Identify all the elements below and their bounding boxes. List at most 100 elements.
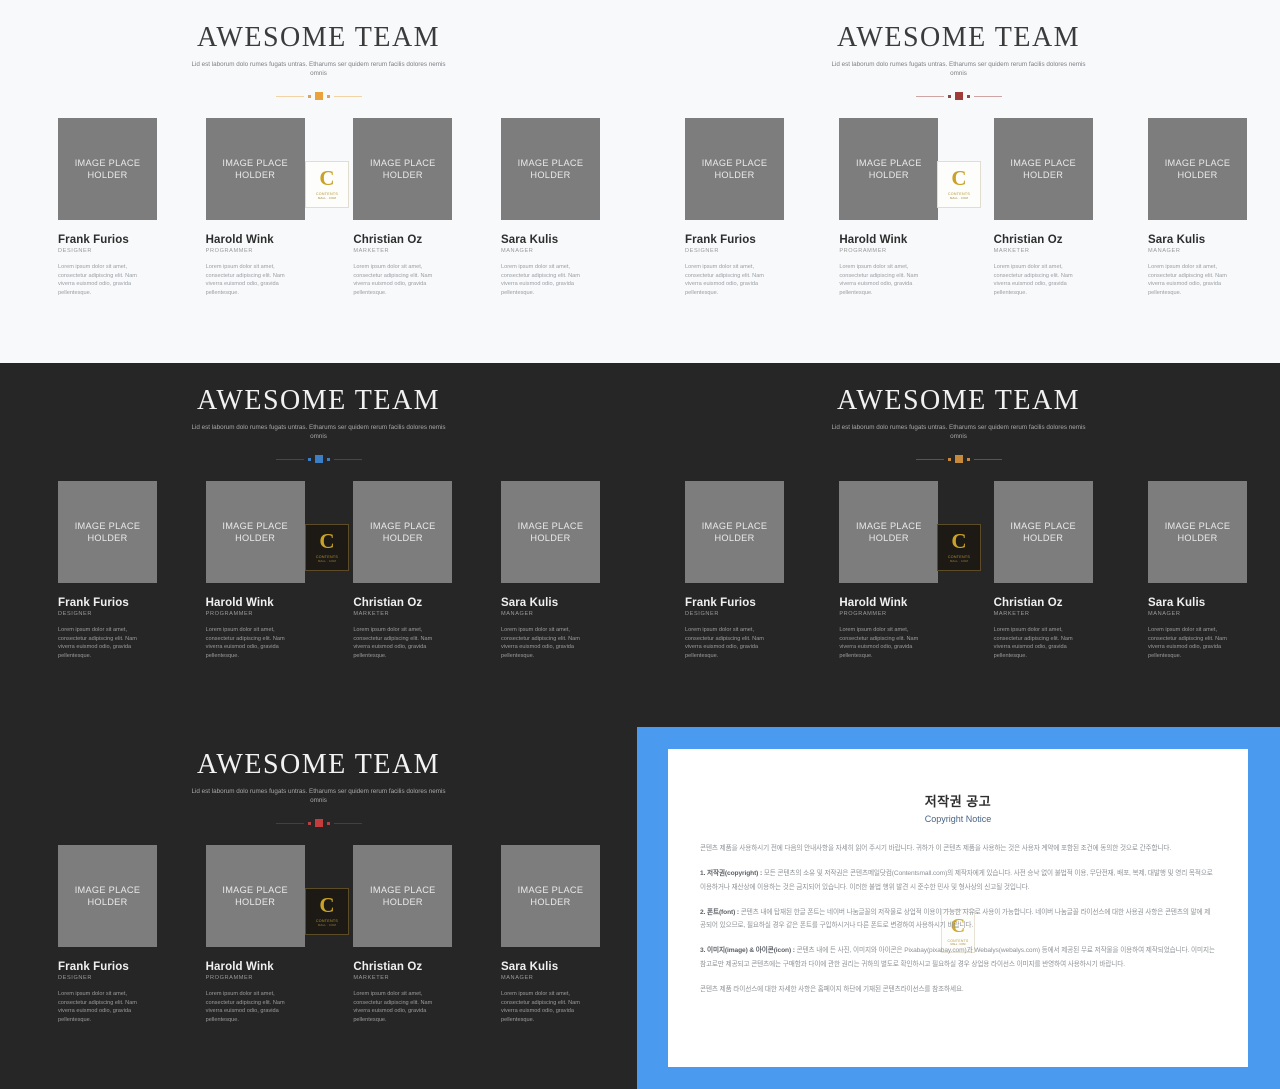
team-slide-3[interactable]: AWESOME TEAM Lid est laborum dolo rumes f…: [0, 363, 637, 727]
logo-sublabel: MALL . COM: [317, 923, 337, 928]
image-placeholder-line1: IMAGE PLACE: [370, 157, 436, 168]
team-member-card[interactable]: IMAGE PLACE HOLDER Frank Furios DESIGNER Lor…: [58, 118, 157, 298]
slide-subtitle: Lid est laborum dolo rumes fugats untras…: [831, 61, 1086, 78]
slide-subtitle: Lid est laborum dolo rumes fugats untras…: [831, 424, 1086, 441]
image-placeholder-line2: HOLDER: [1177, 533, 1218, 543]
image-placeholder[interactable]: IMAGE PLACE HOLDER: [58, 481, 157, 583]
team-slide-5[interactable]: AWESOME TEAM Lid est laborum dolo rumes f…: [0, 727, 637, 1089]
image-placeholder[interactable]: IMAGE PLACE HOLDER: [993, 481, 1093, 583]
team-member-card[interactable]: IMAGE PLACE HOLDER Frank Furios DESIGNER Lor…: [58, 845, 157, 1025]
team-member-card[interactable]: IMAGE PLACE HOLDER Sara Kulis MANAGER Lorem …: [500, 845, 600, 1025]
team-member-card[interactable]: IMAGE PLACE HOLDER Frank Furios DESIGNER Lor…: [685, 118, 784, 298]
member-description: Lorem ipsum dolor sit amet, consectetur …: [500, 627, 580, 659]
member-role: MANAGER: [1147, 248, 1181, 254]
image-placeholder[interactable]: IMAGE PLACE HOLDER: [993, 118, 1093, 220]
image-placeholder[interactable]: IMAGE PLACE HOLDER: [58, 118, 157, 220]
logo-sublabel: MALL . COM: [317, 559, 337, 564]
member-role: MANAGER: [1147, 611, 1181, 617]
slide-canvas: AWESOME TEAM Lid est laborum dolo rumes f…: [8, 733, 629, 1083]
team-member-card[interactable]: IMAGE PLACE HOLDER Christian Oz MARKETER Lor…: [353, 118, 453, 298]
member-description: Lorem ipsum dolor sit amet, consectetur …: [353, 264, 433, 296]
image-placeholder[interactable]: IMAGE PLACE HOLDER: [205, 481, 305, 583]
logo-sublabel: MALL . COM: [949, 559, 969, 564]
image-placeholder[interactable]: IMAGE PLACE HOLDER: [205, 845, 305, 947]
image-placeholder-line1: IMAGE PLACE: [1010, 520, 1076, 531]
image-placeholder-line2: HOLDER: [714, 170, 755, 180]
team-member-card[interactable]: IMAGE PLACE HOLDER Christian Oz MARKETER Lor…: [353, 845, 453, 1025]
team-member-card[interactable]: IMAGE PLACE HOLDER Christian Oz MARKETER Lor…: [993, 481, 1093, 661]
divider-square: [954, 455, 963, 464]
team-member-card[interactable]: IMAGE PLACE HOLDER Christian Oz MARKETER Lor…: [993, 118, 1093, 298]
team-member-card[interactable]: IMAGE PLACE HOLDER Sara Kulis MANAGER Lorem …: [500, 481, 600, 661]
image-placeholder-line2: HOLDER: [382, 533, 423, 543]
image-placeholder[interactable]: IMAGE PLACE HOLDER: [1147, 481, 1247, 583]
member-name: Sara Kulis: [500, 234, 559, 246]
image-placeholder[interactable]: IMAGE PLACE HOLDER: [205, 118, 305, 220]
member-name: Frank Furios: [685, 234, 756, 246]
team-member-card[interactable]: IMAGE PLACE HOLDER Harold Wink PROGRAMMER Lo…: [205, 481, 305, 661]
image-placeholder[interactable]: IMAGE PLACE HOLDER: [353, 481, 453, 583]
notice-item-label: 2. 폰트(font) :: [700, 908, 740, 916]
image-placeholder-line1: IMAGE PLACE: [1164, 157, 1231, 168]
slide-canvas: AWESOME TEAM Lid est laborum dolo rumes f…: [8, 6, 629, 357]
image-placeholder-line1: IMAGE PLACE: [701, 157, 768, 168]
image-placeholder-line1: IMAGE PLACE: [1010, 157, 1076, 168]
image-placeholder-line2: HOLDER: [714, 533, 755, 543]
image-placeholder-line1: IMAGE PLACE: [74, 520, 141, 531]
member-role: MANAGER: [500, 611, 534, 617]
notice-item-1: 1. 저작권(copyright) : 모든 콘텐츠의 소유 및 저작권은 콘텐…: [700, 867, 1216, 895]
member-name: Harold Wink: [205, 961, 274, 973]
team-member-card[interactable]: IMAGE PLACE HOLDER Harold Wink PROGRAMMER Lo…: [839, 481, 939, 661]
image-placeholder[interactable]: IMAGE PLACE HOLDER: [500, 118, 600, 220]
team-member-card[interactable]: IMAGE PLACE HOLDER Frank Furios DESIGNER Lor…: [58, 481, 157, 661]
image-placeholder-line1: IMAGE PLACE: [517, 884, 584, 895]
member-role: MARKETER: [353, 248, 390, 254]
member-description: Lorem ipsum dolor sit amet, consectetur …: [58, 264, 137, 296]
image-placeholder[interactable]: IMAGE PLACE HOLDER: [839, 118, 939, 220]
image-placeholder[interactable]: IMAGE PLACE HOLDER: [1147, 118, 1247, 220]
member-role: DESIGNER: [58, 248, 93, 254]
member-description: Lorem ipsum dolor sit amet, consectetur …: [839, 627, 919, 659]
team-member-card[interactable]: IMAGE PLACE HOLDER Harold Wink PROGRAMMER Lo…: [205, 118, 305, 298]
image-placeholder[interactable]: IMAGE PLACE HOLDER: [839, 481, 939, 583]
slide-subtitle: Lid est laborum dolo rumes fugats untras…: [191, 788, 446, 805]
team-slide-4[interactable]: AWESOME TEAM Lid est laborum dolo rumes f…: [637, 363, 1280, 727]
ornament-divider: [8, 92, 629, 101]
contents-logo-watermark: C CONTENTS MALL . COM: [305, 161, 349, 208]
team-member-card[interactable]: IMAGE PLACE HOLDER Sara Kulis MANAGER Lorem …: [1147, 481, 1247, 661]
slide-grid: AWESOME TEAM Lid est laborum dolo rumes f…: [0, 0, 1280, 1089]
member-name: Frank Furios: [58, 234, 129, 246]
slide-subtitle: Lid est laborum dolo rumes fugats untras…: [191, 424, 446, 441]
team-member-card[interactable]: IMAGE PLACE HOLDER Sara Kulis MANAGER Lorem …: [1147, 118, 1247, 298]
copyright-notice-slide[interactable]: 저작권 공고 Copyright Notice C CONTENTS MALL . CO…: [637, 727, 1280, 1089]
image-placeholder[interactable]: IMAGE PLACE HOLDER: [500, 481, 600, 583]
member-role: MARKETER: [353, 975, 390, 981]
image-placeholder-line2: HOLDER: [530, 533, 571, 543]
team-member-card[interactable]: IMAGE PLACE HOLDER Frank Furios DESIGNER Lor…: [685, 481, 784, 661]
divider-dot-left: [307, 457, 311, 461]
image-placeholder[interactable]: IMAGE PLACE HOLDER: [353, 845, 453, 947]
member-name: Sara Kulis: [1147, 234, 1206, 246]
image-placeholder[interactable]: IMAGE PLACE HOLDER: [500, 845, 600, 947]
team-member-card[interactable]: IMAGE PLACE HOLDER Sara Kulis MANAGER Lorem …: [500, 118, 600, 298]
image-placeholder-line2: HOLDER: [235, 533, 276, 543]
notice-footer-paragraph: 콘텐츠 제품 라이선스에 대한 자세한 사항은 홈페이지 하단에 기재된 콘텐츠…: [700, 985, 964, 993]
member-description: Lorem ipsum dolor sit amet, consectetur …: [500, 991, 580, 1023]
member-description: Lorem ipsum dolor sit amet, consectetur …: [993, 264, 1073, 296]
member-role: PROGRAMMER: [205, 975, 253, 981]
notice-title-english: Copyright Notice: [924, 814, 992, 824]
image-placeholder[interactable]: IMAGE PLACE HOLDER: [685, 481, 784, 583]
member-description: Lorem ipsum dolor sit amet, consectetur …: [205, 627, 285, 659]
image-placeholder[interactable]: IMAGE PLACE HOLDER: [58, 845, 157, 947]
team-slide-2[interactable]: AWESOME TEAM Lid est laborum dolo rumes f…: [637, 0, 1280, 363]
team-member-card[interactable]: IMAGE PLACE HOLDER Christian Oz MARKETER Lor…: [353, 481, 453, 661]
image-placeholder[interactable]: IMAGE PLACE HOLDER: [353, 118, 453, 220]
image-placeholder-line2: HOLDER: [87, 170, 128, 180]
image-placeholder[interactable]: IMAGE PLACE HOLDER: [685, 118, 784, 220]
image-placeholder-line1: IMAGE PLACE: [856, 157, 922, 168]
team-member-card[interactable]: IMAGE PLACE HOLDER Harold Wink PROGRAMMER Lo…: [839, 118, 939, 298]
team-slide-1[interactable]: AWESOME TEAM Lid est laborum dolo rumes f…: [0, 0, 637, 363]
divider-line-left: [275, 822, 304, 824]
notice-card: 저작권 공고 Copyright Notice C CONTENTS MALL . CO…: [668, 749, 1248, 1067]
team-member-card[interactable]: IMAGE PLACE HOLDER Harold Wink PROGRAMMER Lo…: [205, 845, 305, 1025]
